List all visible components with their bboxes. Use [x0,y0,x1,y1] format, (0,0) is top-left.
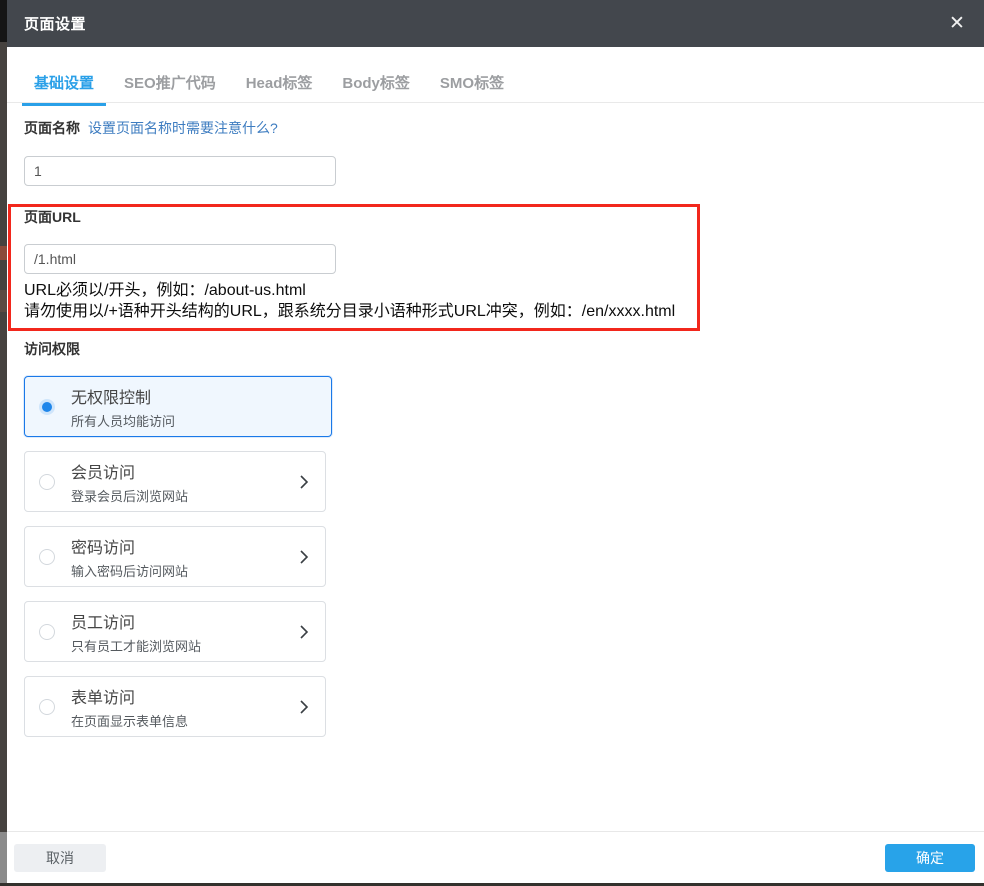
access-option-member[interactable]: 会员访问 登录会员后浏览网站 [24,451,326,512]
tab-smo-tags[interactable]: SMO标签 [428,66,516,105]
dialog-title: 页面设置 [24,16,87,33]
option-title: 员工访问 [71,614,136,632]
option-subtitle: 登录会员后浏览网站 [71,488,189,504]
page-settings-dialog: 页面设置 ✕ 基础设置 SEO推广代码 Head标签 Body标签 SMO标签 … [7,0,984,883]
background-icon-fragment [0,246,7,260]
page-name-label: 页面名称 [24,120,80,136]
background-icon-fragment [0,290,7,312]
url-hint-line1: URL必须以/开头，例如：/about-us.html [24,282,306,299]
page-url-input[interactable] [24,244,336,274]
access-option-no-restriction[interactable]: 无权限控制 所有人员均能访问 [24,376,332,437]
tab-bar: 基础设置 SEO推广代码 Head标签 Body标签 SMO标签 [7,66,984,106]
close-icon[interactable]: ✕ [942,9,972,39]
background-dark-block [0,0,7,42]
access-option-form[interactable]: 表单访问 在页面显示表单信息 [24,676,326,737]
chevron-right-icon [297,624,311,639]
option-subtitle: 所有人员均能访问 [71,413,176,429]
page-name-section: 页面名称 设置页面名称时需要注意什么? [24,118,336,186]
tab-seo-code[interactable]: SEO推广代码 [112,66,228,105]
access-permission-label: 访问权限 [24,341,80,357]
radio-unselected-icon[interactable] [39,548,55,565]
dialog-footer: 取消 确定 [7,831,984,883]
tab-body-tags[interactable]: Body标签 [330,66,422,105]
option-subtitle: 在页面显示表单信息 [71,713,189,729]
background-page-strip [0,0,7,886]
option-subtitle: 输入密码后访问网站 [71,563,189,579]
page-name-input[interactable] [24,156,336,186]
tab-head-tags[interactable]: Head标签 [234,66,325,105]
option-title: 表单访问 [71,689,136,707]
page-url-label: 页面URL [24,209,81,225]
chevron-right-icon [297,699,311,714]
option-title: 会员访问 [71,464,136,482]
access-option-list: 无权限控制 所有人员均能访问 会员访问 登录会员后浏览网站 密码访问 输入密码后… [24,376,332,737]
chevron-right-icon [297,549,311,564]
page-name-help-link[interactable]: 设置页面名称时需要注意什么? [88,118,278,138]
dialog-header: 页面设置 ✕ [7,0,984,47]
option-title: 无权限控制 [71,389,152,407]
url-hint-line2: 请勿使用以/+语种开头结构的URL，跟系统分目录小语种形式URL冲突，例如：/e… [24,303,676,320]
access-option-staff[interactable]: 员工访问 只有员工才能浏览网站 [24,601,326,662]
radio-unselected-icon[interactable] [39,623,55,640]
chevron-right-icon [297,474,311,489]
option-subtitle: 只有员工才能浏览网站 [71,638,202,654]
cancel-button[interactable]: 取消 [14,843,106,872]
page-url-section: 页面URL URL必须以/开头，例如：/about-us.html 请勿使用以/… [24,207,675,322]
radio-unselected-icon[interactable] [39,698,55,715]
tab-basic-settings[interactable]: 基础设置 [22,66,107,106]
access-permission-section: 访问权限 无权限控制 所有人员均能访问 会员访问 登录会员后浏览网站 密码访问 … [24,339,332,751]
option-title: 密码访问 [71,539,136,557]
radio-unselected-icon[interactable] [39,473,55,490]
background-gray-block [0,832,7,886]
access-option-password[interactable]: 密码访问 输入密码后访问网站 [24,526,326,587]
confirm-button[interactable]: 确定 [885,843,975,872]
radio-selected-icon[interactable] [39,398,55,415]
